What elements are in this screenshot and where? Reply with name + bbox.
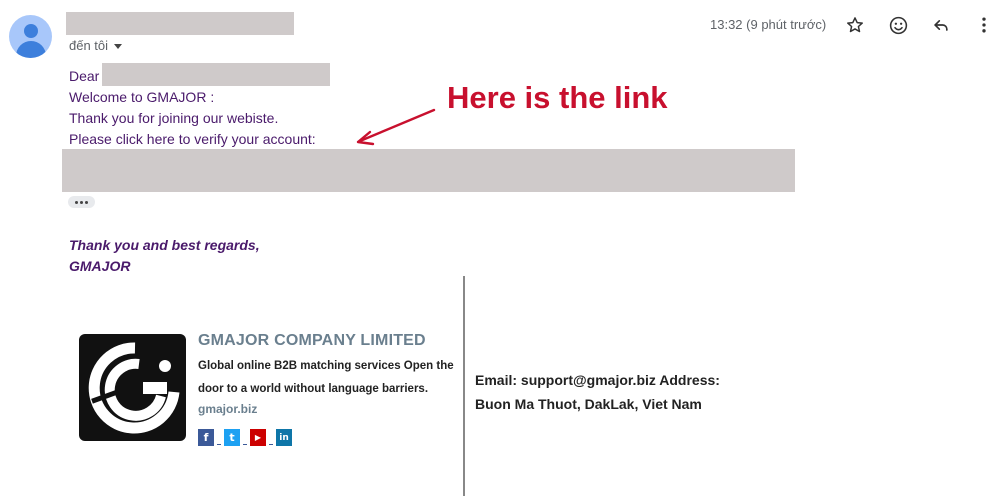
linkedin-icon[interactable]: in [276,429,292,446]
contact-email-line: Email: support@gmajor.biz Address: [475,372,720,388]
annotation-arrow-icon [356,108,436,146]
greeting-text: Dear [69,68,100,84]
more-options-button[interactable] [971,12,997,38]
recipient-name-redacted [102,63,330,86]
emoji-reaction-button[interactable] [885,12,911,38]
separator [243,444,247,445]
company-tagline: Global online B2B matching services Open… [198,360,454,395]
sender-name-redacted [66,12,294,35]
twitter-icon[interactable]: t [224,429,240,446]
company-website-link[interactable]: gmajor.biz [198,402,257,416]
annotation-label: Here is the link [447,80,668,115]
thanks-line: Thank you for joining our webiste. [69,110,279,126]
verification-link-redacted[interactable] [62,149,795,192]
facebook-icon[interactable]: f [198,429,214,446]
verify-instruction: Please click here to verify your account… [69,131,316,147]
gmajor-logo [79,334,186,441]
message-timestamp: 13:32 (9 phút trước) [710,17,827,32]
dot [75,200,78,204]
social-links: f t ▶ in [198,429,292,446]
welcome-line: Welcome to GMAJOR : [69,89,215,105]
avatar-body [16,41,46,58]
youtube-icon[interactable]: ▶ [250,429,266,446]
recipient-details-toggle[interactable]: đến tôi [69,38,123,53]
dot [85,200,88,204]
separator [217,444,221,445]
separator [269,444,273,445]
recipient-label: đến tôi [69,38,109,53]
reply-icon [934,20,948,31]
star-button[interactable] [842,12,868,38]
avatar-head [24,24,38,38]
closing-signature-name: GMAJOR [69,258,131,274]
star-icon [847,17,863,33]
sender-avatar[interactable] [9,15,52,58]
more-vert-icon [982,17,986,33]
dot [80,200,83,204]
chevron-down-icon [114,43,123,49]
company-name: GMAJOR COMPANY LIMITED [198,332,426,349]
signature-divider [463,276,465,496]
logo-mark-icon [88,342,180,434]
closing-text: Thank you and best regards, [69,237,260,253]
reply-button[interactable] [928,12,954,38]
show-trimmed-content-button[interactable] [68,196,95,208]
contact-address-line: Buon Ma Thuot, DakLak, Viet Nam [475,396,702,412]
emoji-icon [889,16,907,34]
